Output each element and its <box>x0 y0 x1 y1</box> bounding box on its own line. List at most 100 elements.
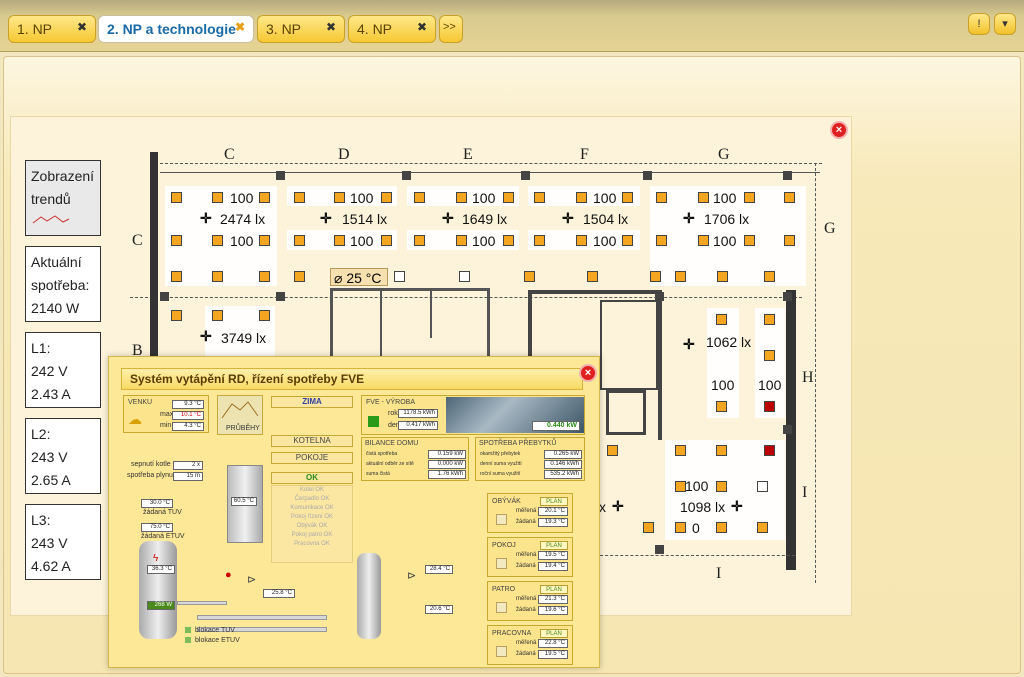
wall <box>150 152 158 362</box>
status-item: Pokoj řízení OK <box>290 514 334 520</box>
merena-value: 20.1 °C <box>538 507 568 516</box>
merena-value: 19.5 °C <box>538 551 568 560</box>
outdoor-max: 10.1 °C <box>172 411 204 420</box>
lux-reading: 1706 lx <box>704 211 750 227</box>
outdoor-temp: 9.3 °C <box>172 400 204 409</box>
trend-button[interactable]: PRŮBĚHY <box>217 395 263 435</box>
room-checkbox[interactable] <box>496 602 507 613</box>
merena-label: měřená <box>516 596 537 602</box>
close-icon[interactable]: × <box>579 364 597 382</box>
consumption-value: 2140 W <box>31 300 80 316</box>
counter-value: 2 x <box>173 461 203 470</box>
room-checkbox[interactable] <box>496 558 507 569</box>
counter-label: sepnutí kotle <box>131 461 171 468</box>
merena-value: 22.8 °C <box>538 639 568 648</box>
partial-label: x <box>599 499 606 515</box>
status-item: Komunikace OK <box>290 505 334 511</box>
plan-button[interactable]: PLÁN <box>540 497 568 506</box>
plan-button[interactable]: PLÁN <box>540 585 568 594</box>
temperature-sensor[interactable]: ⌀ 25 °C <box>330 268 388 286</box>
row-label: I <box>802 484 808 501</box>
blokace-label: blokace TUV <box>195 627 235 634</box>
light-value: 100 <box>711 377 735 393</box>
outdoor-panel: VENKU ☁ 9.3 °C max 10.1 °C min 4.3 °C <box>123 395 209 433</box>
lux-reading: 1649 lx <box>462 211 508 227</box>
outdoor-label: VENKU <box>128 399 153 406</box>
light-value: 100 <box>593 190 617 206</box>
trend-label: PRŮBĚHY <box>226 425 260 432</box>
tab-1np[interactable]: 1. NP ✖ <box>8 15 96 43</box>
tab-4np[interactable]: 4. NP ✖ <box>348 15 436 43</box>
tab-more-button[interactable]: >> <box>439 15 463 43</box>
heating-system-popup: Systém vytápění RD, řízení spotřeby FVE … <box>108 356 600 668</box>
counter-label: spotřeba plynu <box>127 472 173 479</box>
tuv-label: žádaná TUV <box>143 509 182 516</box>
surplus-label: SPOTŘEBA PŘEBYTKŮ <box>479 440 557 447</box>
column-label: D <box>338 146 350 163</box>
row-label: C <box>132 232 143 249</box>
kotelna-button[interactable]: KOTELNA <box>271 435 353 447</box>
weather-icon: ☁ <box>128 411 142 427</box>
close-icon[interactable]: ✖ <box>235 20 245 34</box>
close-icon[interactable]: × <box>830 121 848 139</box>
ok-status: OK <box>271 472 353 484</box>
chevron-down-icon[interactable]: ▾ <box>994 13 1016 35</box>
zadana-value: 19.4 °C <box>538 562 568 571</box>
buffer-tank <box>357 553 381 639</box>
fve-rok: 1178.5 kWh <box>398 409 438 418</box>
phase-voltage: 243 V <box>31 535 68 551</box>
trend-chart-icon <box>221 401 259 419</box>
plan-button[interactable]: PLÁN <box>540 629 568 638</box>
balance-row-label: aktuální odběr ze sítě <box>366 461 414 467</box>
room-pracovna[interactable]: PRACOVNA PLÁN měřená 22.8 °C žádaná 19.5… <box>487 625 573 665</box>
surplus-row-value: 0.146 kWh <box>544 460 582 469</box>
close-icon[interactable]: ✖ <box>326 20 336 34</box>
pipe-temp: 20.6 °C <box>425 605 453 614</box>
surplus-row-value: 0.265 kW <box>544 450 582 459</box>
lux-reading: 1514 lx <box>342 211 388 227</box>
season-mode-button[interactable]: ZIMA <box>271 396 353 408</box>
surplus-row-label: roční suma využití <box>480 471 521 477</box>
tank-power: 268 W <box>147 601 175 610</box>
phase-l2-panel: L2: 243 V 2.65 A <box>25 418 101 494</box>
phase-current: 2.65 A <box>31 472 71 488</box>
tab-3np[interactable]: 3. NP ✖ <box>257 15 345 43</box>
light-value: 0 <box>692 520 700 536</box>
room-checkbox[interactable] <box>496 646 507 657</box>
close-icon[interactable]: ✖ <box>417 20 427 34</box>
phase-voltage: 242 V <box>31 363 68 379</box>
trend-label: trendů <box>31 191 71 207</box>
light-value: 100 <box>350 233 374 249</box>
fve-rok-label: rok <box>388 410 398 417</box>
room-checkbox[interactable] <box>496 514 507 525</box>
trend-button[interactable]: Zobrazení trendů <box>25 160 101 236</box>
zadana-value: 19.6 °C <box>538 606 568 615</box>
surplus-panel: SPOTŘEBA PŘEBYTKŮ okamžitý přebytek 0.26… <box>475 437 585 481</box>
room-patro[interactable]: PATRO PLÁN měřená 21.3 °C žádaná 19.6 °C <box>487 581 573 621</box>
light-value: 100 <box>472 190 496 206</box>
tab-2np-technologie[interactable]: 2. NP a technologie ✖ <box>98 15 254 43</box>
consumption-label: Aktuální spotřeba: <box>31 254 90 293</box>
popup-title: Systém vytápění RD, řízení spotřeby FVE <box>121 368 583 390</box>
balance-row-value: 0.000 kW <box>428 460 466 469</box>
column-label: F <box>580 146 589 163</box>
room-pokoj[interactable]: POKOJ PLÁN měřená 19.5 °C žádaná 19.4 °C <box>487 537 573 577</box>
light-value: 100 <box>350 190 374 206</box>
room-obyvak[interactable]: OBÝVÁK PLÁN měřená 20.1 °C žádaná 19.3 °… <box>487 493 573 533</box>
light-value: 100 <box>713 190 737 206</box>
status-item: Pokoj patro OK <box>291 532 333 538</box>
pokoje-button[interactable]: POKOJE <box>271 452 353 464</box>
surplus-row-label: denní suma využití <box>480 461 522 467</box>
warning-icon[interactable]: ! <box>968 13 990 35</box>
light-value: 100 <box>593 233 617 249</box>
status-item: Obývák OK <box>296 523 328 529</box>
tab-label: 3. NP <box>266 21 302 37</box>
boiler-temp: 60.5 °C <box>231 497 257 506</box>
status-item: Čerpadlo OK <box>294 496 330 502</box>
close-icon[interactable]: ✖ <box>77 20 87 34</box>
lux-reading: 1098 lx <box>680 499 726 515</box>
plan-button[interactable]: PLÁN <box>540 541 568 550</box>
balance-row-value: 1.76 kWh <box>428 470 466 479</box>
column-label: G <box>718 146 730 163</box>
phase-name: L1: <box>31 340 51 356</box>
